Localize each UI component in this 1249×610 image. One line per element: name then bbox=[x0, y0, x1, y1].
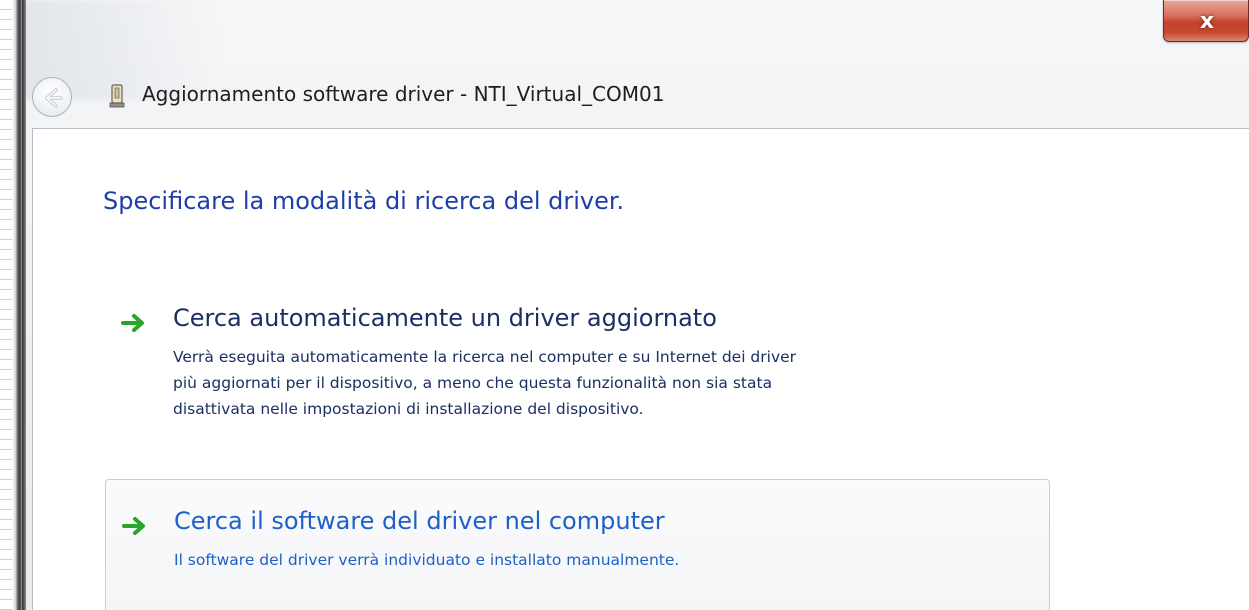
back-button[interactable] bbox=[32, 77, 72, 117]
dialog-title: Aggiornamento software driver - NTI_Virt… bbox=[142, 82, 665, 106]
option-title: Cerca automaticamente un driver aggiorna… bbox=[173, 304, 717, 332]
green-arrow-icon bbox=[121, 314, 144, 332]
option-description-line: Verrà eseguita automaticamente la ricerc… bbox=[173, 348, 797, 366]
device-icon bbox=[109, 84, 125, 108]
option-description-line: più aggiornati per il dispositivo, a men… bbox=[173, 374, 773, 392]
content-panel: Specificare la modalità di ricerca del d… bbox=[32, 128, 1249, 610]
search-automatically-option[interactable]: Cerca automaticamente un driver aggiorna… bbox=[105, 289, 1050, 429]
option-description-line: disattivata nelle impostazioni di instal… bbox=[173, 400, 644, 418]
back-arrow-icon bbox=[45, 88, 63, 108]
close-icon: x bbox=[1199, 8, 1215, 34]
window-frame-border bbox=[22, 0, 26, 610]
browse-computer-option[interactable]: Cerca il software del driver nel compute… bbox=[105, 479, 1050, 610]
option-title: Cerca il software del driver nel compute… bbox=[174, 507, 665, 535]
driver-update-window: x Aggiornamento software driver - NTI_Vi… bbox=[0, 0, 1249, 610]
green-arrow-icon bbox=[122, 517, 145, 535]
main-instruction: Specificare la modalità di ricerca del d… bbox=[103, 187, 625, 215]
close-button[interactable]: x bbox=[1163, 0, 1249, 42]
window-left-edge-ticks bbox=[0, 0, 12, 610]
option-description-line: Il software del driver verrà individuato… bbox=[174, 551, 680, 569]
option-description: Il software del driver verrà individuato… bbox=[174, 547, 679, 573]
option-description: Verrà eseguita automaticamente la ricerc… bbox=[173, 344, 796, 422]
